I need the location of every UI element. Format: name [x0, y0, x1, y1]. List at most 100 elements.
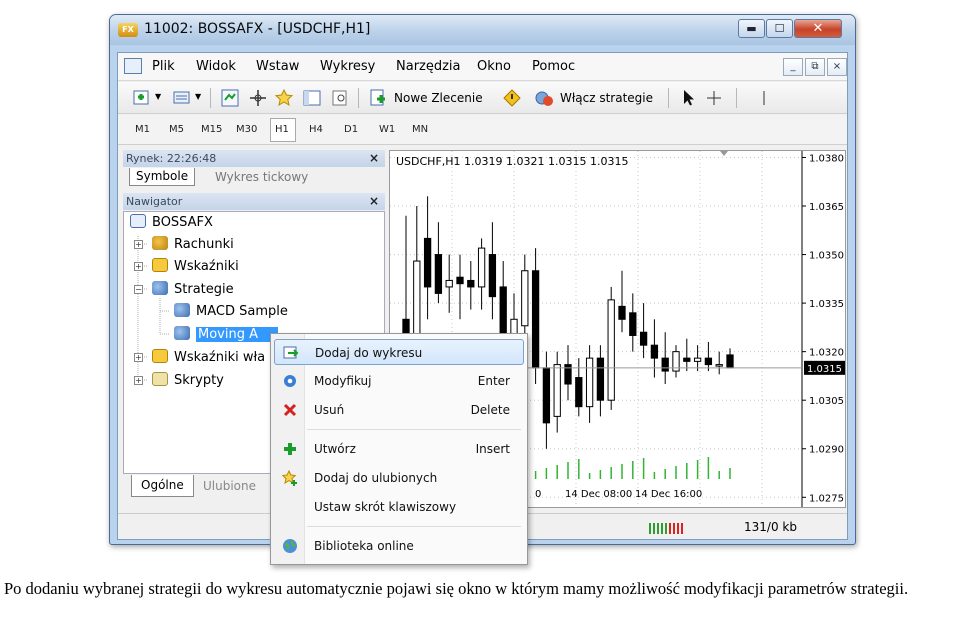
timeframe-mn[interactable]: MN [412, 124, 428, 135]
candle-body [715, 364, 723, 367]
menu-widok[interactable]: Widok [196, 59, 236, 74]
time-tick-label: 0 [535, 489, 541, 500]
new-order-icon[interactable] [368, 88, 388, 108]
chevron-down-icon[interactable]: ▼ [155, 92, 161, 101]
mdi-minimize-button[interactable]: _ [783, 58, 803, 76]
market-watch-tabs: Symbole Wykres tickowy [123, 168, 385, 188]
market-watch-close-button[interactable]: × [369, 150, 379, 167]
indicator-f-icon [152, 349, 168, 363]
menu-item-set-hotkey[interactable]: Ustaw skrót klawiszowy [274, 494, 524, 520]
expand-icon[interactable]: + [134, 353, 143, 362]
menu-item-add-to-favorites[interactable]: Dodaj do ulubionych [274, 465, 524, 491]
menu-item-shortcut: Delete [470, 403, 510, 417]
timeframes-toolbar: M1 M5 M15 M30 H1 H4 D1 W1 MN [118, 115, 847, 145]
add-to-chart-icon [283, 346, 299, 359]
title-bar[interactable]: FX 11002: BOSSAFX - [USDCHF,H1] ▬ ☐ ✕ [110, 15, 855, 45]
menu-wstaw[interactable]: Wstaw [256, 59, 299, 74]
menu-item-label: Ustaw skrót klawiszowy [314, 500, 457, 514]
new-chart-icon[interactable] [132, 88, 152, 108]
accounts-icon [152, 236, 168, 250]
menu-item-create[interactable]: Utwórz Insert [274, 436, 524, 462]
crosshair-icon[interactable] [704, 88, 724, 108]
chart-shift-marker-icon [720, 151, 728, 156]
tab-general[interactable]: Ogólne [131, 475, 194, 497]
menu-narzedzia[interactable]: Narzędzia [396, 59, 461, 74]
candle-body [434, 254, 443, 294]
menu-item-label: Dodaj do wykresu [315, 346, 423, 360]
market-watch-icon[interactable] [220, 88, 240, 108]
standard-toolbar: ▼ ▼ Nowe Zlecenie Włącz strategie [118, 82, 847, 114]
time-tick-label: 14 Dec 16:00 [635, 489, 702, 500]
timeframe-m15[interactable]: M15 [201, 124, 222, 135]
enable-strategies-button[interactable]: Włącz strategie [560, 91, 653, 105]
menu-okno[interactable]: Okno [477, 59, 511, 74]
price-tick-label: 1.0305 [809, 396, 844, 407]
menu-item-delete[interactable]: Usuń Delete [274, 397, 524, 423]
tab-favorites[interactable]: Ulubione [203, 479, 256, 493]
navigator-star-icon[interactable] [274, 88, 294, 108]
figure-caption: Po dodaniu wybranej strategii do wykresu… [4, 579, 909, 598]
candle-body [553, 364, 561, 417]
tree-item-moving-average[interactable]: Moving A [174, 326, 278, 342]
crosshair-move-icon[interactable] [248, 88, 268, 108]
cursor-arrow-icon[interactable] [678, 88, 698, 108]
minimize-button[interactable]: ▬ [738, 19, 765, 38]
chevron-down-icon[interactable]: ▼ [195, 92, 201, 101]
vertical-line-icon[interactable] [754, 88, 774, 108]
menu-item-label: Dodaj do ulubionych [314, 471, 438, 485]
mdi-close-button[interactable]: × [827, 58, 847, 76]
timeframe-m30[interactable]: M30 [236, 124, 257, 135]
tab-tick-chart[interactable]: Wykres tickowy [215, 170, 308, 184]
menu-item-label: Usuń [314, 403, 345, 417]
tree-item-accounts[interactable]: Rachunki [152, 236, 234, 252]
menu-item-label: Utwórz [314, 442, 356, 456]
tree-item-custom-indicators[interactable]: Wskaźniki wła [152, 349, 265, 365]
maximize-button[interactable]: ☐ [766, 19, 793, 38]
connection-status-icon[interactable] [648, 521, 688, 534]
menu-item-modify[interactable]: Modyfikuj Enter [274, 368, 524, 394]
mdi-restore-button[interactable]: ⧉ [805, 58, 825, 76]
tree-item-indicators[interactable]: Wskaźniki [152, 258, 239, 274]
close-button[interactable]: ✕ [794, 19, 842, 38]
tree-item-scripts[interactable]: Skrypty [152, 372, 224, 388]
timeframe-w1[interactable]: W1 [379, 124, 395, 135]
expand-icon[interactable]: + [134, 262, 143, 271]
menu-item-online-library[interactable]: Biblioteka online [274, 533, 524, 559]
tree-item-bossafx[interactable]: BOSSAFX [130, 214, 213, 230]
candle-body [456, 276, 464, 285]
candle-body [445, 279, 453, 288]
navigator-close-button[interactable]: × [369, 193, 379, 210]
expand-icon[interactable]: + [134, 240, 143, 249]
window-title: 11002: BOSSAFX - [USDCHF,H1] [144, 21, 371, 37]
new-order-button[interactable]: Nowe Zlecenie [394, 91, 483, 105]
navigator-title: Nawigator [126, 195, 183, 208]
globe-icon [283, 539, 297, 553]
expert-advisors-icon[interactable] [534, 88, 554, 108]
timeframe-m5[interactable]: M5 [169, 124, 184, 135]
document-icon[interactable] [124, 58, 142, 74]
menu-pomoc[interactable]: Pomoc [532, 59, 575, 74]
menu-item-add-to-chart[interactable]: Dodaj do wykresu [274, 339, 524, 365]
menu-item-label: Modyfikuj [314, 374, 372, 388]
timeframe-d1[interactable]: D1 [344, 124, 358, 135]
candle-body [467, 279, 475, 288]
price-tick-label: 1.0380 [809, 153, 844, 164]
menu-plik[interactable]: Plik [152, 59, 175, 74]
tree-item-macd-sample[interactable]: MACD Sample [174, 303, 288, 319]
terminal-window-icon[interactable] [302, 88, 322, 108]
timeframe-h1[interactable]: H1 [275, 124, 289, 135]
timeframe-m1[interactable]: M1 [135, 124, 150, 135]
profiles-icon[interactable] [172, 88, 192, 108]
price-tick-label: 1.0335 [809, 299, 844, 310]
menu-wykresy[interactable]: Wykresy [320, 59, 375, 74]
candle-body [585, 357, 594, 408]
terminal-icon [130, 214, 146, 228]
tab-symbols[interactable]: Symbole [129, 168, 196, 186]
timeframe-h4[interactable]: H4 [309, 124, 323, 135]
collapse-icon[interactable]: − [134, 285, 143, 294]
metaeditor-icon[interactable] [502, 88, 522, 108]
tester-icon[interactable] [330, 88, 350, 108]
candle-body [542, 367, 551, 424]
expand-icon[interactable]: + [134, 376, 143, 385]
tree-item-strategies[interactable]: Strategie [152, 281, 234, 297]
